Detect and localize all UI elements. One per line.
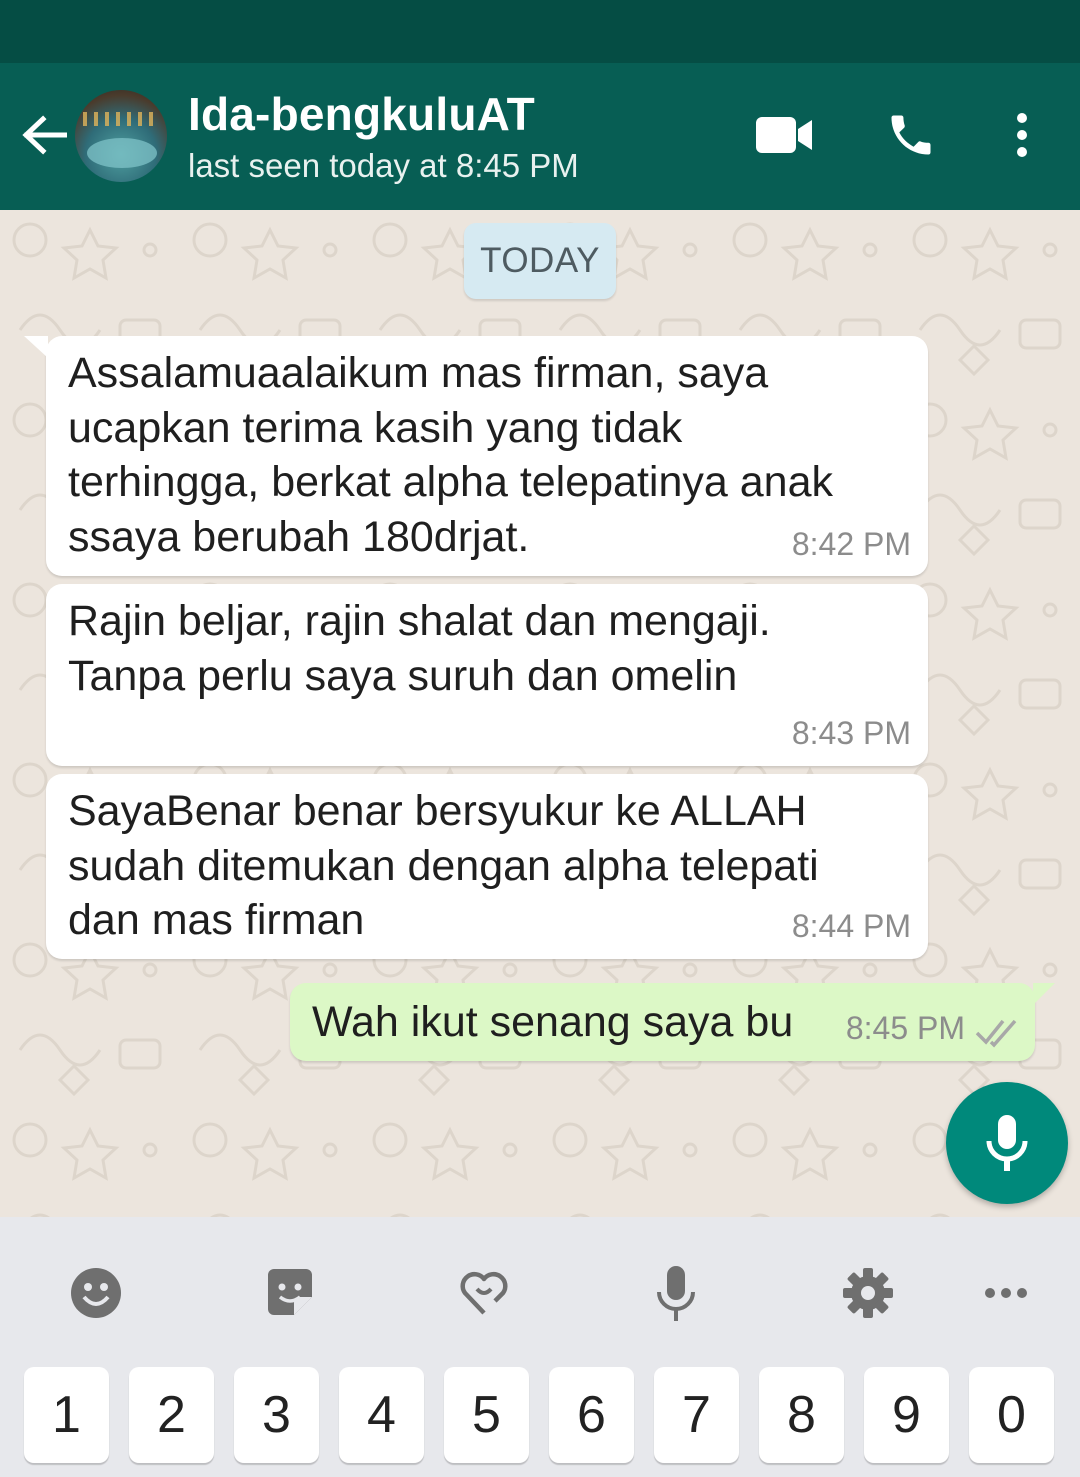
voice-call-button[interactable] [880, 103, 942, 167]
message-bubble-outgoing[interactable]: Wah ikut senang saya bu 8:45 PM [290, 983, 1055, 1061]
settings-icon [843, 1268, 893, 1318]
status-bar [0, 0, 1080, 63]
kb-voice-input-button[interactable] [646, 1263, 706, 1323]
more-options-icon [1017, 113, 1027, 157]
message-time: 8:44 PM [791, 908, 911, 944]
key-7[interactable]: 7 [654, 1367, 739, 1463]
message-text: SayaBenar benar bersyukur ke ALLAH sudah… [68, 787, 819, 944]
chat-header: Ida-bengkuluAT last seen today at 8:45 P… [0, 63, 1080, 210]
kb-sticker-button[interactable] [260, 1263, 320, 1323]
back-arrow-icon [22, 115, 67, 155]
key-8[interactable]: 8 [759, 1367, 844, 1463]
key-2[interactable]: 2 [129, 1367, 214, 1463]
chat-area[interactable]: TODAY Assalamuaalaikum mas firman, saya … [0, 210, 1080, 1217]
microphone-icon [986, 1115, 1028, 1171]
contact-name[interactable]: Ida-bengkuluAT [188, 87, 535, 141]
message-text: Wah ikut senang saya bu [312, 998, 794, 1046]
key-5[interactable]: 5 [444, 1367, 529, 1463]
more-icon [985, 1288, 1027, 1298]
more-options-button[interactable] [1000, 103, 1044, 167]
last-seen-status: last seen today at 8:45 PM [188, 147, 579, 184]
heart-icon [460, 1271, 508, 1315]
message-bubble-incoming[interactable]: Rajin beljar, rajin shalat dan mengaji. … [46, 584, 928, 766]
voice-record-button[interactable] [946, 1082, 1068, 1204]
message-text: Assalamuaalaikum mas firman, saya ucapka… [68, 349, 833, 561]
kb-heart-button[interactable] [454, 1263, 514, 1323]
message-time: 8:42 PM [791, 526, 911, 562]
back-button[interactable] [18, 103, 70, 167]
key-6[interactable]: 6 [549, 1367, 634, 1463]
voice-call-icon [891, 115, 931, 155]
date-chip: TODAY [464, 223, 616, 299]
video-call-icon [756, 117, 812, 153]
key-9[interactable]: 9 [864, 1367, 949, 1463]
keyboard: 1 2 3 4 5 6 7 8 9 0 [0, 1217, 1080, 1477]
key-3[interactable]: 3 [234, 1367, 319, 1463]
message-time: 8:45 PM [845, 1010, 965, 1046]
key-1[interactable]: 1 [24, 1367, 109, 1463]
kb-settings-button[interactable] [838, 1263, 898, 1323]
avatar[interactable] [75, 90, 167, 182]
video-call-button[interactable] [750, 103, 820, 167]
message-text: Rajin beljar, rajin shalat dan mengaji. … [68, 597, 771, 700]
emoji-icon [71, 1268, 121, 1318]
key-0[interactable]: 0 [969, 1367, 1054, 1463]
sticker-icon [268, 1269, 312, 1315]
voice-input-icon [657, 1266, 695, 1321]
double-check-icon [975, 1019, 1017, 1048]
message-bubble-incoming[interactable]: SayaBenar benar bersyukur ke ALLAH sudah… [46, 774, 928, 959]
kb-emoji-button[interactable] [66, 1263, 126, 1323]
message-bubble-incoming[interactable]: Assalamuaalaikum mas firman, saya ucapka… [24, 336, 928, 576]
message-time: 8:43 PM [791, 715, 911, 751]
key-4[interactable]: 4 [339, 1367, 424, 1463]
kb-more-button[interactable] [976, 1263, 1036, 1323]
